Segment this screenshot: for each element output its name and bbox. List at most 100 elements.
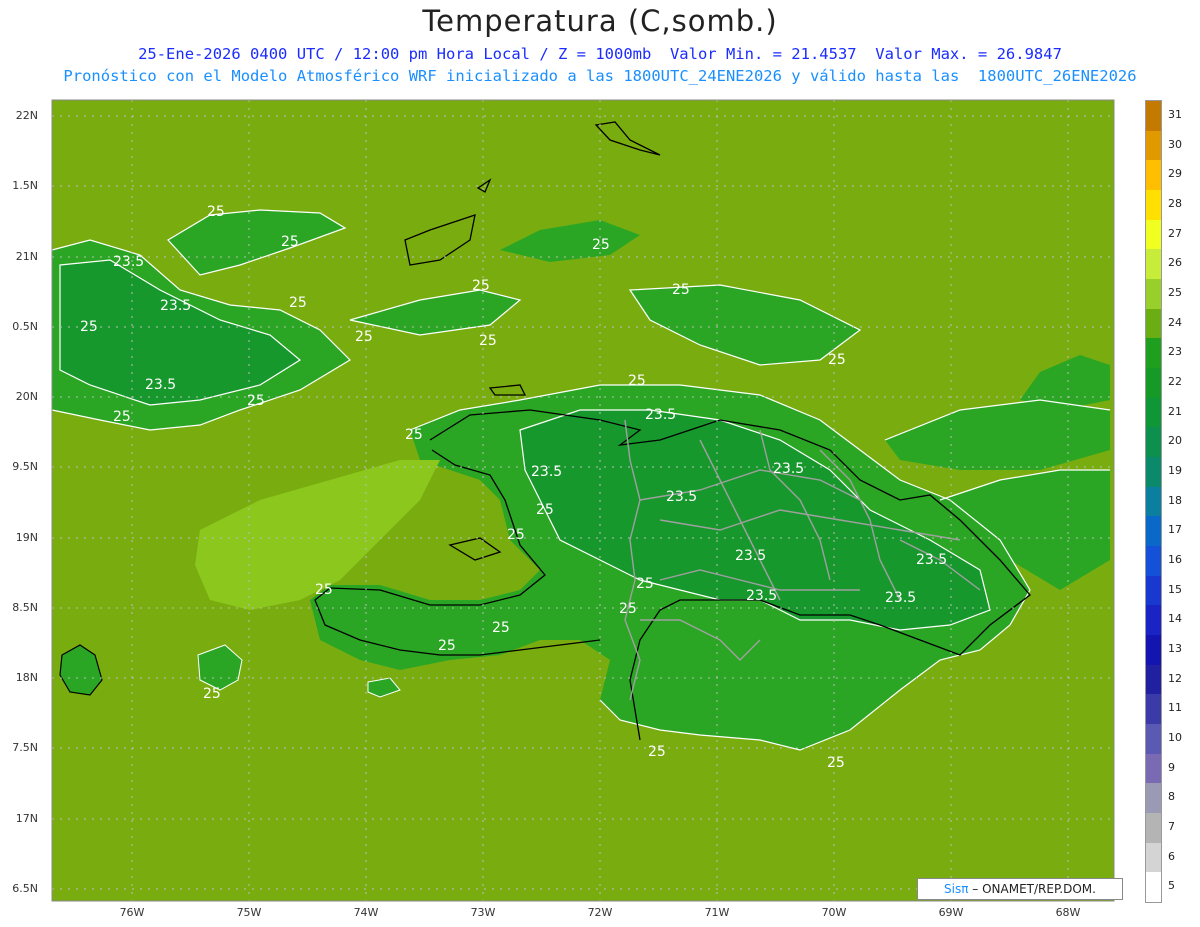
map-canvas: 25 25 23.5 23.5 25 25 25 23.5 25 25 23.5… bbox=[51, 99, 1115, 902]
lon-label: 71W bbox=[704, 906, 730, 919]
contour-label: 23.5 bbox=[145, 377, 176, 393]
lat-label: 1.5N bbox=[12, 179, 38, 192]
contour-label: 25 bbox=[207, 204, 225, 220]
colorbar-swatch bbox=[1146, 724, 1161, 755]
contour-label: 25 bbox=[405, 427, 423, 443]
colorbar-label: 31 bbox=[1168, 107, 1182, 121]
contour-label: 23.5 bbox=[746, 588, 777, 604]
lat-label: 20N bbox=[15, 390, 38, 403]
contour-label: 23.5 bbox=[531, 464, 562, 480]
colorbar-swatch bbox=[1146, 783, 1161, 814]
contour-label: 25 bbox=[281, 234, 299, 250]
colorbar-label: 15 bbox=[1168, 582, 1182, 596]
colorbar-swatch bbox=[1146, 546, 1161, 577]
colorbar-swatch bbox=[1146, 308, 1161, 339]
colorbar-label: 26 bbox=[1168, 256, 1182, 270]
colorbar-swatch bbox=[1146, 753, 1161, 784]
colorbar-swatch bbox=[1146, 160, 1161, 191]
credit-text: – ONAMET/REP.DOM. bbox=[968, 882, 1096, 896]
colorbar-swatch bbox=[1146, 516, 1161, 547]
contour-label: 25 bbox=[648, 744, 666, 760]
contour-label: 23.5 bbox=[666, 489, 697, 505]
colorbar-label: 6 bbox=[1168, 849, 1175, 863]
contour-label: 25 bbox=[592, 237, 610, 253]
colorbar-label: 8 bbox=[1168, 790, 1175, 804]
colorbar-swatch bbox=[1146, 219, 1161, 250]
lat-label: 19N bbox=[15, 531, 38, 544]
lat-label: 0.5N bbox=[12, 320, 38, 333]
contour-label: 25 bbox=[619, 601, 637, 617]
colorbar-label: 21 bbox=[1168, 404, 1182, 418]
contour-label: 23.5 bbox=[160, 298, 191, 314]
lat-label: 6.5N bbox=[12, 882, 38, 895]
colorbar-swatch bbox=[1146, 486, 1161, 517]
contour-label: 23.5 bbox=[916, 552, 947, 568]
colorbar-label: 22 bbox=[1168, 374, 1182, 388]
contour-label: 25 bbox=[80, 319, 98, 335]
colorbar-swatch bbox=[1146, 664, 1161, 695]
lon-label: 73W bbox=[470, 906, 496, 919]
colorbar-label: 14 bbox=[1168, 612, 1182, 626]
contour-label: 23.5 bbox=[885, 590, 916, 606]
contour-label: 23.5 bbox=[735, 548, 766, 564]
contour-label: 25 bbox=[827, 755, 845, 771]
contour-label: 25 bbox=[507, 527, 525, 543]
lon-label: 75W bbox=[236, 906, 262, 919]
lat-label: 7.5N bbox=[12, 741, 38, 754]
credit-box: Sisπ – ONAMET/REP.DOM. bbox=[917, 878, 1123, 900]
contour-label: 25 bbox=[479, 333, 497, 349]
colorbar-swatch bbox=[1146, 842, 1161, 873]
contour-label: 23.5 bbox=[645, 407, 676, 423]
colorbar-label: 10 bbox=[1168, 730, 1182, 744]
colorbar-label: 11 bbox=[1168, 701, 1182, 715]
colorbar-swatch bbox=[1146, 575, 1161, 606]
contour-label: 23.5 bbox=[773, 461, 804, 477]
lon-label: 70W bbox=[821, 906, 847, 919]
colorbar-label: 7 bbox=[1168, 819, 1175, 833]
contour-label: 25 bbox=[113, 409, 131, 425]
colorbar bbox=[1145, 100, 1162, 903]
credit-brand: Sisπ bbox=[944, 882, 969, 896]
contour-label: 25 bbox=[315, 582, 333, 598]
colorbar-swatch bbox=[1146, 190, 1161, 221]
colorbar-swatch bbox=[1146, 694, 1161, 725]
colorbar-swatch bbox=[1146, 397, 1161, 428]
colorbar-swatch bbox=[1146, 457, 1161, 488]
contour-label: 25 bbox=[536, 502, 554, 518]
contour-label: 25 bbox=[672, 282, 690, 298]
lat-label: 21N bbox=[15, 250, 38, 263]
colorbar-label: 16 bbox=[1168, 552, 1182, 566]
colorbar-label: 5 bbox=[1168, 879, 1175, 893]
colorbar-swatch bbox=[1146, 368, 1161, 399]
lon-label: 72W bbox=[587, 906, 613, 919]
colorbar-swatch bbox=[1146, 635, 1161, 666]
lat-label: 9.5N bbox=[12, 460, 38, 473]
contour-label: 25 bbox=[247, 393, 265, 409]
colorbar-swatch bbox=[1146, 605, 1161, 636]
colorbar-label: 17 bbox=[1168, 523, 1182, 537]
contour-label: 25 bbox=[203, 686, 221, 702]
colorbar-label: 27 bbox=[1168, 226, 1182, 240]
colorbar-swatch bbox=[1146, 249, 1161, 280]
lon-label: 69W bbox=[938, 906, 964, 919]
lat-label: 22N bbox=[15, 109, 38, 122]
contour-label: 25 bbox=[828, 352, 846, 368]
lat-label: 17N bbox=[15, 812, 38, 825]
lat-label: 8.5N bbox=[12, 601, 38, 614]
colorbar-label: 24 bbox=[1168, 315, 1182, 329]
colorbar-swatch bbox=[1146, 130, 1161, 161]
colorbar-swatch bbox=[1146, 338, 1161, 369]
contour-label: 25 bbox=[636, 576, 654, 592]
colorbar-label: 20 bbox=[1168, 434, 1182, 448]
colorbar-label: 29 bbox=[1168, 167, 1182, 181]
contour-label: 25 bbox=[472, 278, 490, 294]
contour-label: 23.5 bbox=[113, 254, 144, 270]
colorbar-label: 12 bbox=[1168, 671, 1182, 685]
colorbar-label: 28 bbox=[1168, 196, 1182, 210]
colorbar-label: 13 bbox=[1168, 641, 1182, 655]
lon-label: 74W bbox=[353, 906, 379, 919]
colorbar-label: 23 bbox=[1168, 345, 1182, 359]
colorbar-label: 19 bbox=[1168, 463, 1182, 477]
contour-label: 25 bbox=[628, 373, 646, 389]
colorbar-label: 9 bbox=[1168, 760, 1175, 774]
